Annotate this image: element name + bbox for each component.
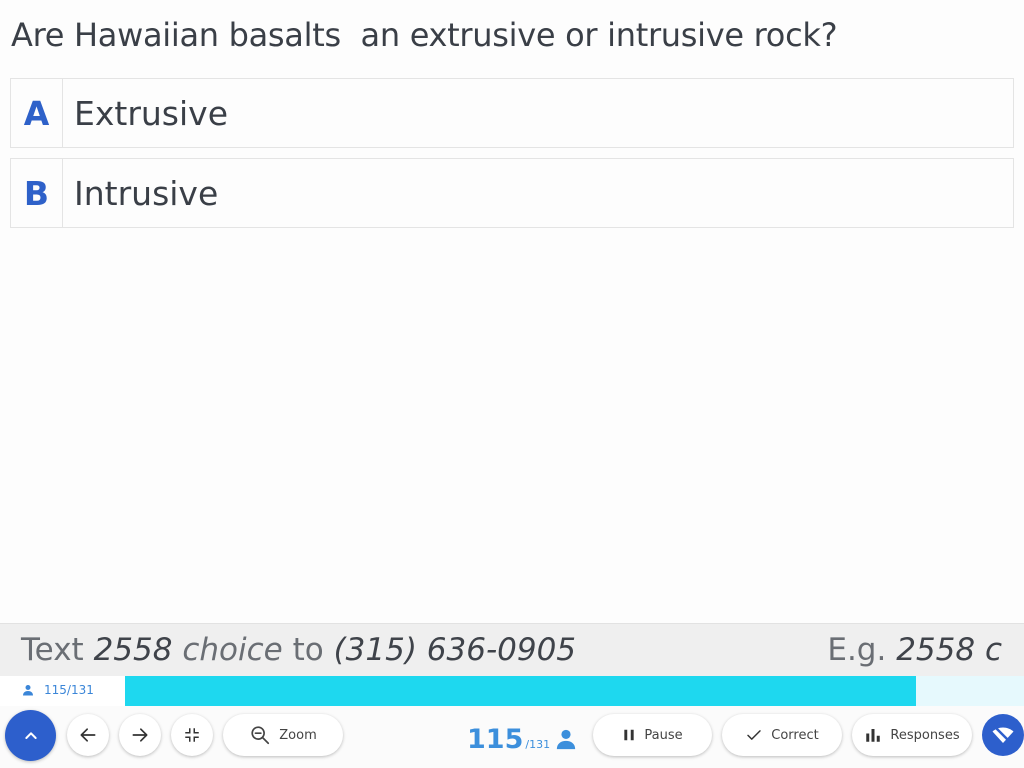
chevron-up-icon (24, 731, 37, 739)
example-line: E.g. 2558 c (827, 632, 1002, 668)
response-progress: 115/131 (0, 676, 1024, 706)
zoom-out-icon (251, 726, 270, 745)
arrow-right-icon (132, 728, 148, 742)
user-icon (556, 729, 576, 750)
example-prefix: E.g. (827, 632, 887, 668)
previous-button[interactable] (67, 714, 109, 756)
pause-button[interactable]: Pause (593, 714, 712, 756)
choice-label: Intrusive (74, 173, 219, 213)
text-word: Text (21, 632, 84, 668)
progress-bar-fill (125, 676, 917, 706)
texting-instructions: Text 2558 choice to (315) 636-0905 E.g. … (0, 623, 1024, 676)
phone-number: (315) 636-0905 (333, 632, 577, 668)
compress-icon (185, 728, 199, 742)
bar-chart-icon (866, 729, 881, 742)
choice-letter: A (11, 79, 63, 147)
arrow-left-icon (80, 728, 96, 742)
zoom-label: Zoom (279, 727, 317, 743)
instruction-line: Text 2558 choice to (315) 636-0905 (21, 632, 576, 668)
response-counter: 115 /131 (467, 724, 550, 755)
expand-button[interactable] (5, 710, 56, 761)
responses-label: Responses (890, 727, 960, 743)
user-icon (23, 685, 33, 696)
choice-word: choice (182, 632, 283, 668)
responses-button[interactable]: Responses (852, 714, 972, 756)
connection-button[interactable] (982, 714, 1024, 756)
choice-label: Extrusive (74, 93, 228, 133)
correct-button[interactable]: Correct (722, 714, 842, 756)
exit-fullscreen-button[interactable] (171, 714, 213, 756)
pause-icon (624, 729, 635, 741)
bottom-toolbar: Zoom 115 /131 Pause Correct Responses (0, 706, 1024, 768)
example-value: 2558 c (896, 632, 1002, 668)
counter-value: 115 (467, 724, 524, 755)
choice-letter: B (11, 159, 63, 227)
check-icon (747, 730, 762, 740)
correct-label: Correct (771, 727, 819, 743)
response-count: 115/131 (22, 683, 94, 697)
to-word: to (292, 632, 324, 668)
counter-total: /131 (525, 738, 551, 751)
response-count-label: 115/131 (44, 683, 94, 697)
poll-code: 2558 (93, 632, 173, 668)
question-text: Are Hawaiian basalts an extrusive or int… (11, 16, 838, 54)
pause-label: Pause (644, 727, 683, 743)
zoom-button[interactable]: Zoom (223, 714, 343, 756)
progress-bar (125, 676, 1024, 706)
choice-a[interactable]: A Extrusive (10, 78, 1014, 148)
choice-b[interactable]: B Intrusive (10, 158, 1014, 228)
wifi-off-icon (992, 725, 1014, 745)
next-button[interactable] (119, 714, 161, 756)
